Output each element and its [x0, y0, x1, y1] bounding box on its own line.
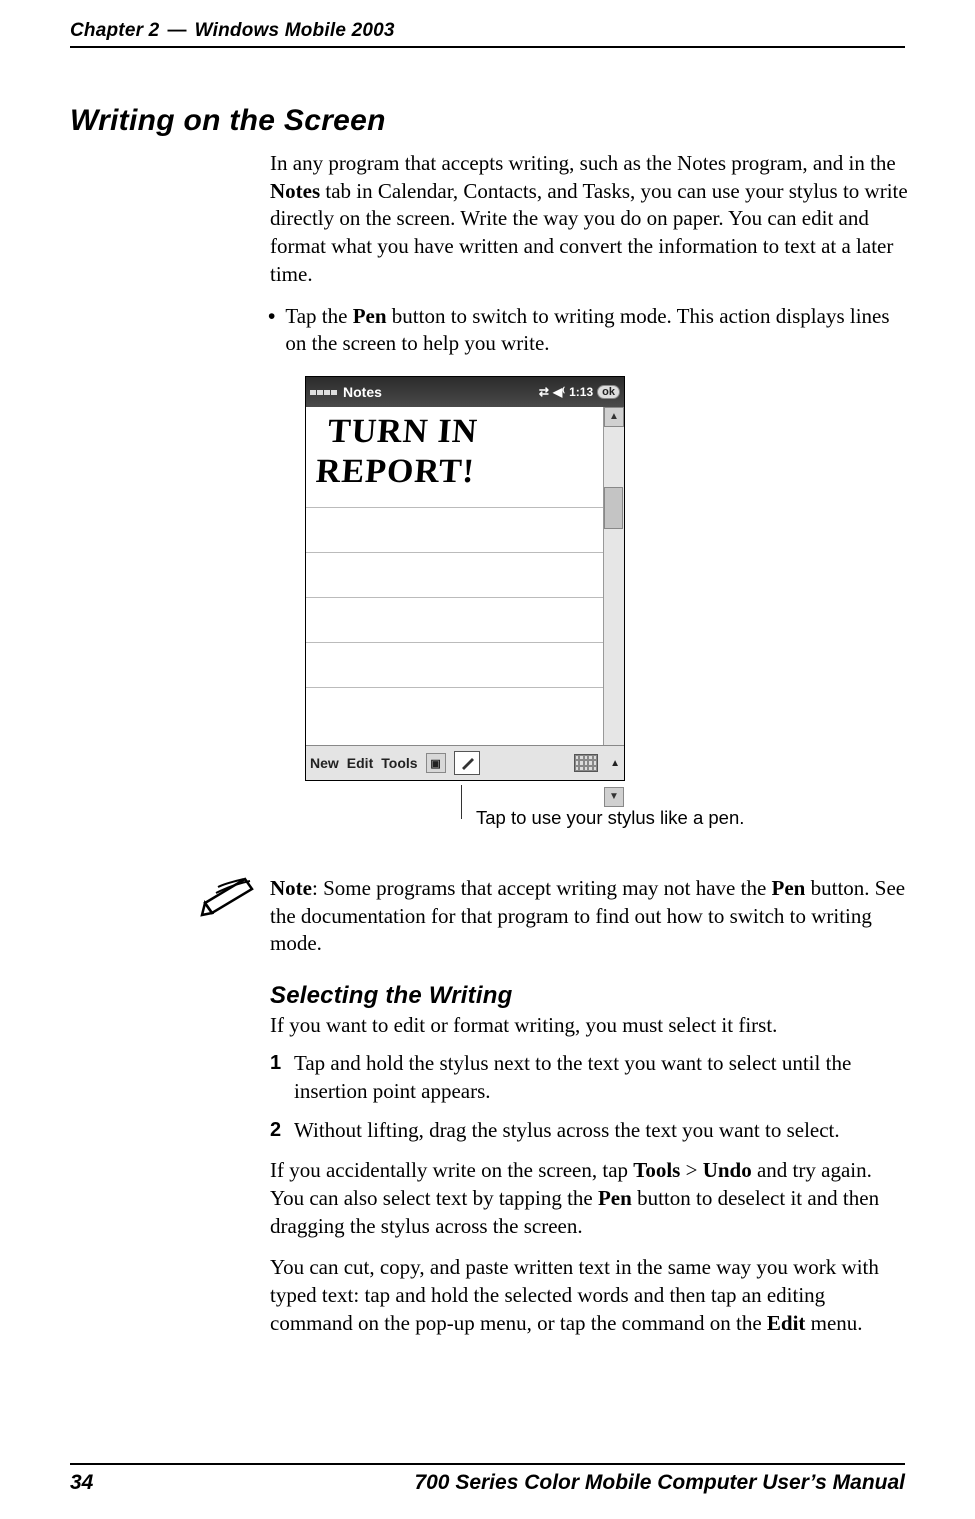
- step-text: Without lifting, drag the stylus across …: [294, 1117, 840, 1145]
- ok-button[interactable]: ok: [597, 385, 620, 399]
- sip-arrow-icon[interactable]: ▲: [610, 758, 620, 769]
- text: >: [680, 1158, 702, 1182]
- ss-clock: 1:13: [569, 385, 593, 399]
- handwriting: REPORT!: [315, 453, 476, 491]
- menu-tools[interactable]: Tools: [381, 755, 417, 771]
- menu-edit[interactable]: Edit: [347, 755, 373, 771]
- bold-text: Pen: [353, 304, 387, 328]
- selecting-intro: If you want to edit or format writing, y…: [270, 1012, 910, 1040]
- sip-keyboard-icon[interactable]: [574, 754, 598, 772]
- bullet-text: Tap the Pen button to switch to writing …: [285, 303, 910, 358]
- step-text: Tap and hold the stylus next to the text…: [294, 1050, 910, 1105]
- cut-copy-paragraph: You can cut, copy, and paste written tex…: [270, 1254, 910, 1337]
- ss-writing-area[interactable]: TURN IN REPORT!: [306, 407, 604, 747]
- bullet-marker: •: [268, 303, 275, 331]
- running-header: Chapter 2 — Windows Mobile 2003: [70, 20, 905, 42]
- text: : Some programs that accept writing may …: [312, 876, 772, 900]
- bold-text: Edit: [767, 1311, 806, 1335]
- connectivity-icon[interactable]: ⇄: [539, 385, 549, 399]
- menu-new[interactable]: New: [310, 755, 339, 771]
- chapter-label: Chapter 2: [70, 20, 159, 42]
- bottom-rule: [70, 1463, 905, 1465]
- subsection-heading: Selecting the Writing: [270, 982, 910, 1010]
- page-number: 34: [70, 1471, 93, 1495]
- pen-button[interactable]: [454, 751, 480, 775]
- text: If you accidentally write on the screen,…: [270, 1158, 633, 1182]
- recorder-icon[interactable]: ▣: [426, 753, 446, 773]
- page-footer: 34 700 Series Color Mobile Computer User…: [70, 1463, 905, 1495]
- text: menu.: [805, 1311, 862, 1335]
- step-number: 1: [270, 1050, 294, 1076]
- undo-paragraph: If you accidentally write on the screen,…: [270, 1157, 910, 1240]
- ss-command-bar: New Edit Tools ▣ ▲: [306, 745, 624, 780]
- ss-tray: ⇄ ◀⁽ 1:13 ok: [539, 385, 620, 399]
- text: Tap the: [285, 304, 352, 328]
- intro-paragraph: In any program that accepts writing, suc…: [270, 150, 910, 289]
- header-title: Windows Mobile 2003: [195, 20, 395, 42]
- bold-text: Pen: [598, 1186, 632, 1210]
- bold-text: Notes: [270, 179, 320, 203]
- ss-scrollbar[interactable]: ▲ ▼: [603, 407, 624, 747]
- note-label: Note: [270, 876, 312, 900]
- manual-title: 700 Series Color Mobile Computer User’s …: [414, 1471, 905, 1495]
- note-icon: [200, 873, 260, 923]
- bold-text: Undo: [703, 1158, 752, 1182]
- handwriting: TURN IN: [327, 413, 479, 451]
- step-number: 2: [270, 1117, 294, 1143]
- step-1: 1 Tap and hold the stylus next to the te…: [270, 1050, 910, 1105]
- scroll-up-icon[interactable]: ▲: [604, 407, 624, 427]
- note-block: Note: Some programs that accept writing …: [200, 875, 920, 958]
- volume-icon[interactable]: ◀⁽: [553, 385, 565, 399]
- header-dash: —: [167, 20, 186, 42]
- top-rule: [70, 46, 905, 48]
- device-screenshot: Notes ⇄ ◀⁽ 1:13 ok TURN IN REPORT!: [305, 376, 625, 781]
- callout-line: [461, 785, 462, 819]
- scroll-down-icon[interactable]: ▼: [604, 787, 624, 807]
- bold-text: Pen: [772, 876, 806, 900]
- callout-text: Tap to use your stylus like a pen.: [476, 807, 744, 829]
- text: In any program that accepts writing, suc…: [270, 151, 896, 175]
- ss-titlebar: Notes ⇄ ◀⁽ 1:13 ok: [306, 377, 624, 407]
- bold-text: Tools: [633, 1158, 680, 1182]
- text: tab in Calendar, Contacts, and Tasks, yo…: [270, 179, 908, 286]
- step-2: 2 Without lifting, drag the stylus acros…: [270, 1117, 910, 1145]
- callout: Tap to use your stylus like a pen.: [461, 785, 910, 829]
- note-text: Note: Some programs that accept writing …: [270, 875, 920, 958]
- section-heading: Writing on the Screen: [70, 104, 905, 138]
- ss-app-title: Notes: [343, 384, 382, 400]
- bullet-item: • Tap the Pen button to switch to writin…: [268, 303, 910, 358]
- start-icon[interactable]: [310, 390, 337, 395]
- scroll-thumb[interactable]: [604, 487, 623, 529]
